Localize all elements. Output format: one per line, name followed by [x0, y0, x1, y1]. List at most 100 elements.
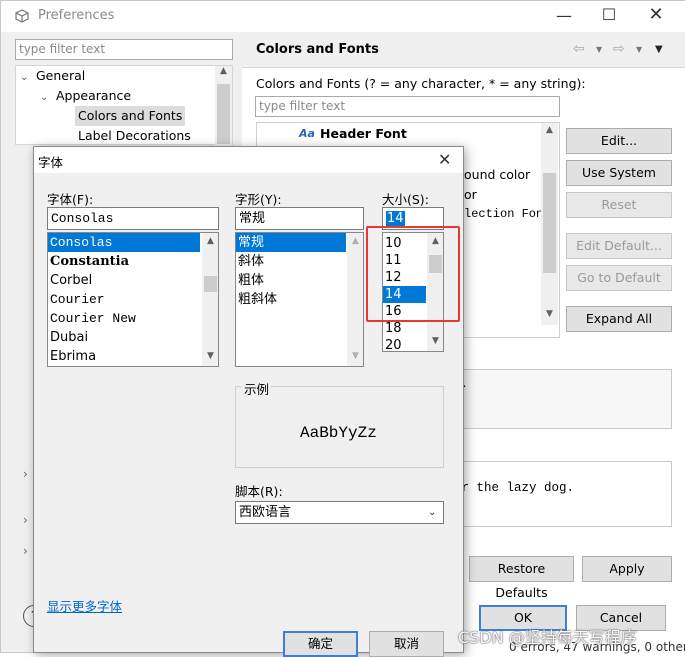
forward-arrow-icon[interactable]: ⇨ [613, 41, 625, 57]
page-title: Colors and Fonts [256, 42, 379, 57]
go-to-default-button[interactable]: Go to Default [566, 265, 672, 291]
font-family-input[interactable]: Consolas [47, 207, 219, 230]
edit-default-button[interactable]: Edit Default... [566, 233, 672, 259]
scroll-up-icon[interactable]: ▲ [541, 125, 558, 135]
minimize-button[interactable]: — [549, 6, 579, 25]
view-menu-icon[interactable]: ▼ [655, 44, 663, 55]
tree-item-label: Appearance [56, 88, 132, 103]
filter-input[interactable]: type filter text [15, 39, 233, 60]
font-family-label: 字体(F): [47, 192, 94, 207]
preference-tree: ⌄ General ⌄ Appearance Colors and Fonts La… [15, 65, 233, 146]
confirm-button[interactable]: 确定 [283, 631, 358, 657]
font-dialog: 字体 ✕ 字体(F): Consolas Consolas Constantia… [33, 146, 464, 657]
tree-item-general[interactable]: ⌄ General [20, 66, 85, 86]
button-label: Reset [601, 197, 637, 212]
tree-item-label: General [36, 68, 86, 83]
list-item[interactable]: 粗斜体 [236, 290, 363, 309]
scroll-down-icon[interactable]: ▼ [347, 351, 363, 361]
chevron-down-icon: ⌄ [428, 507, 437, 518]
content-filter-placeholder: type filter text [259, 99, 346, 113]
collapsed-chevron-icon[interactable]: › [23, 544, 28, 558]
font-family-value: Consolas [51, 211, 114, 226]
tree-item-label: Label Decorations [78, 128, 191, 143]
button-label: Edit... [600, 133, 638, 148]
list-item[interactable]: Dubai [48, 328, 218, 347]
back-arrow-icon[interactable]: ⇦ [573, 41, 585, 57]
show-more-fonts-link[interactable]: 显示更多字体 [47, 596, 122, 615]
close-button[interactable]: ✕ [641, 4, 671, 25]
list-item[interactable]: 斜体 [236, 252, 363, 271]
back-dropdown-icon[interactable]: ▼ [596, 45, 602, 54]
tree-item-appearance[interactable]: ⌄ Appearance [40, 86, 131, 106]
font-style-list[interactable]: 常规 斜体 粗体 粗斜体 ▲ ▼ [235, 232, 364, 367]
cancel-button[interactable]: 取消 [369, 631, 444, 657]
tree-item-header-font[interactable]: Header Font [320, 126, 407, 141]
dialog-close-icon[interactable]: ✕ [438, 150, 451, 169]
list-item[interactable]: Constantia [48, 252, 218, 271]
button-label: 取消 [393, 636, 419, 651]
content-scrollbar[interactable]: ▲ ▼ [541, 123, 558, 325]
font-size-label: 大小(S): [382, 192, 429, 207]
button-label: OK [513, 610, 533, 625]
list-item[interactable]: Courier [48, 290, 218, 309]
use-system-font-button[interactable]: Use System Font [566, 160, 672, 204]
list-item[interactable]: 粗体 [236, 271, 363, 290]
button-label: Expand All [585, 311, 653, 326]
font-list-scrollbar[interactable]: ▲ ▼ [202, 233, 218, 366]
scroll-down-icon[interactable]: ▼ [427, 336, 443, 346]
collapsed-chevron-icon[interactable]: › [23, 513, 28, 527]
tree-item-label-decorations[interactable]: Label Decorations [78, 126, 191, 146]
watermark: CSDN @坚持每天写程序 [458, 628, 637, 647]
button-label: Cancel [599, 610, 643, 625]
window-title: Preferences [38, 8, 115, 23]
collapsed-chevron-icon[interactable]: › [23, 467, 28, 481]
edit-button[interactable]: Edit... [566, 128, 672, 154]
expand-all-button[interactable]: Expand All [566, 306, 672, 332]
apply-button[interactable]: Apply [582, 556, 672, 582]
preview-fragment: er the lazy dog. [454, 481, 575, 495]
scroll-thumb[interactable] [204, 276, 217, 292]
scroll-down-icon[interactable]: ▼ [541, 309, 558, 319]
filter-placeholder: type filter text [19, 42, 106, 56]
button-label: Restore Defaults [495, 561, 548, 600]
font-style-input[interactable]: 常规 [235, 207, 364, 230]
tree-item-fragment[interactable]: ound color [464, 167, 530, 182]
forward-dropdown-icon[interactable]: ▼ [636, 45, 642, 54]
style-list-scrollbar[interactable]: ▲ ▼ [347, 233, 363, 366]
tree-item-fragment[interactable]: lection Font [464, 207, 550, 221]
tree-item-colors-and-fonts[interactable]: Colors and Fonts [75, 106, 186, 126]
app-icon [15, 9, 29, 23]
tree-item-fragment[interactable]: or [464, 187, 477, 202]
scroll-thumb[interactable] [217, 84, 230, 144]
restore-defaults-button[interactable]: Restore Defaults [469, 556, 574, 600]
reset-button[interactable]: Reset [566, 192, 672, 218]
content-filter-input[interactable]: type filter text [255, 96, 560, 117]
button-label: Edit Default... [576, 238, 662, 253]
font-style-label: 字形(Y): [235, 192, 282, 207]
list-item[interactable]: Corbel [48, 271, 218, 290]
tree-scrollbar[interactable]: ▲ [215, 66, 232, 146]
script-select[interactable]: 西欧语言 ⌄ [235, 501, 444, 524]
scroll-up-icon[interactable]: ▲ [215, 66, 232, 76]
font-family-list[interactable]: Consolas Constantia Corbel Courier Couri… [47, 232, 219, 367]
scroll-thumb[interactable] [543, 173, 556, 273]
maximize-button[interactable]: ☐ [594, 5, 624, 24]
title-bar: Preferences — ☐ ✕ [1, 1, 685, 32]
list-item[interactable]: 常规 [236, 233, 346, 252]
page-description: Colors and Fonts (? = any character, * =… [256, 76, 586, 91]
expand-chevron-icon[interactable]: ⌄ [20, 68, 36, 88]
font-size-value: 14 [386, 211, 405, 226]
scroll-up-icon[interactable]: ▲ [347, 236, 363, 246]
dialog-title-bar [34, 147, 463, 173]
tree-item-label: Colors and Fonts [78, 108, 183, 123]
list-item[interactable]: Courier New [48, 309, 218, 328]
list-item[interactable]: Consolas [48, 233, 200, 252]
scroll-up-icon[interactable]: ▲ [202, 236, 218, 246]
font-style-value: 常规 [239, 211, 266, 226]
expand-chevron-icon[interactable]: ⌄ [40, 88, 56, 108]
highlight-box [366, 226, 460, 322]
list-item[interactable]: Ebrima [48, 347, 218, 366]
sample-label: 示例 [242, 379, 272, 398]
sample-text: AaBbYyZz [300, 424, 377, 442]
scroll-down-icon[interactable]: ▼ [202, 351, 218, 361]
